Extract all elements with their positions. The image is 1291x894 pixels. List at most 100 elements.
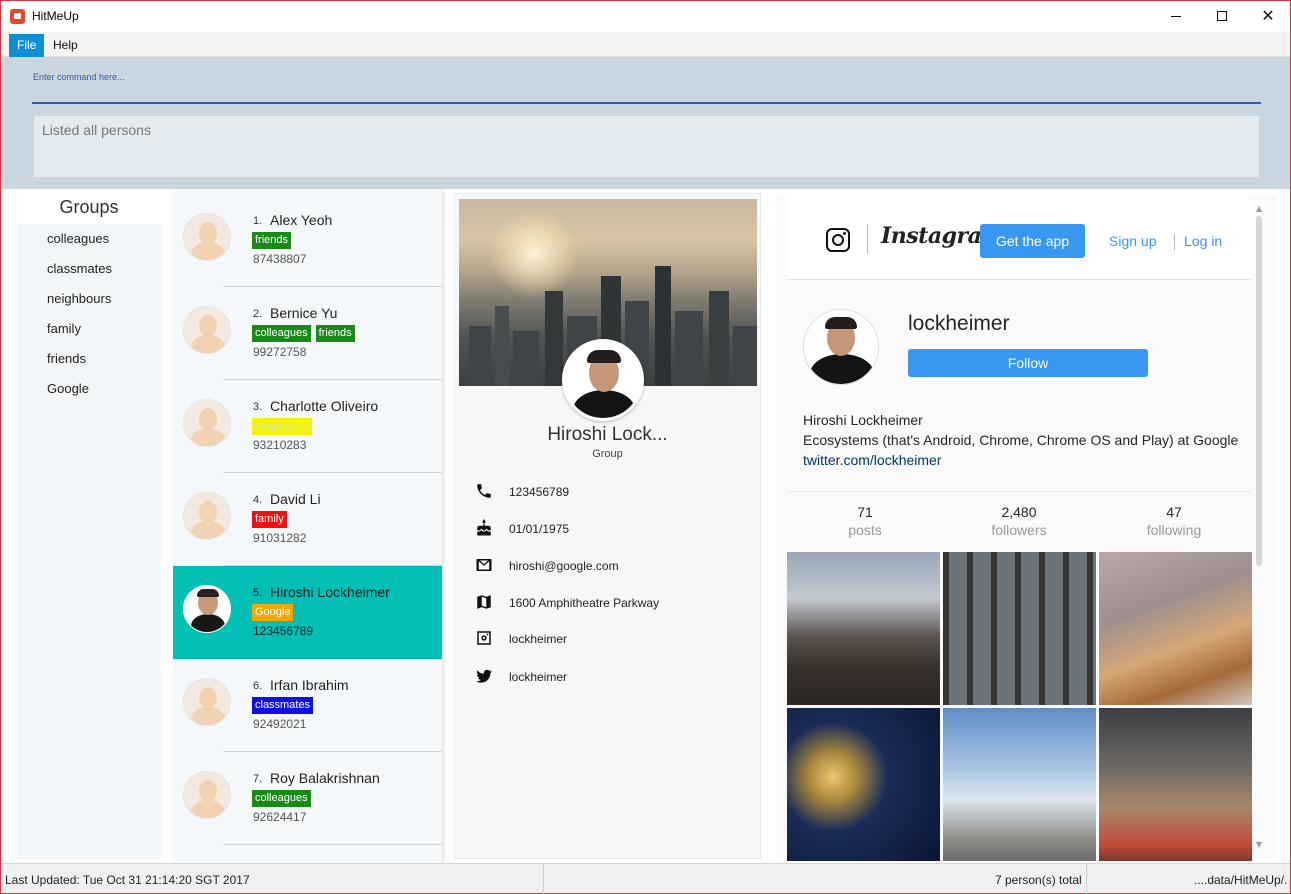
group-item-family[interactable]: family: [17, 314, 161, 344]
avatar: [183, 306, 231, 354]
instagram-avatar[interactable]: [803, 309, 879, 385]
photo-tile[interactable]: [1099, 552, 1252, 705]
email-row: hiroshi@google.com: [475, 556, 745, 576]
app-icon: [10, 9, 25, 24]
profile-group: Group: [592, 448, 623, 460]
instagram-bio-link[interactable]: twitter.com/lockheimer: [803, 452, 941, 468]
photo-tile[interactable]: [943, 552, 1096, 705]
instagram-header: Instagram Get the app Sign up Log in: [787, 196, 1251, 280]
follow-button[interactable]: Follow: [908, 349, 1148, 377]
phone-icon: [477, 484, 491, 498]
person-name: Irfan Ibrahim: [270, 677, 349, 693]
mail-icon: [476, 559, 492, 571]
person-card[interactable]: 4. David Li family 91031282: [173, 473, 442, 566]
photo-tile[interactable]: [943, 708, 1096, 861]
instagram-camera-icon[interactable]: [826, 228, 850, 252]
person-card[interactable]: 1. Alex Yeoh friends 87438807: [173, 194, 442, 287]
instagram-stats: 71 posts 2,480 followers 47 following: [787, 491, 1251, 548]
link-separator: [1174, 234, 1175, 250]
last-updated-status: Last Updated: Tue Oct 31 21:14:20 SGT 20…: [5, 873, 250, 887]
get-app-button[interactable]: Get the app: [980, 224, 1085, 258]
person-card[interactable]: 2. Bernice Yu colleagues friends 99272758: [173, 287, 442, 380]
posts-label: posts: [848, 522, 882, 538]
sign-up-link[interactable]: Sign up: [1109, 233, 1156, 249]
person-tags: neighbours: [252, 418, 313, 436]
address-value: 1600 Amphitheatre Parkway: [509, 596, 660, 610]
profile-panel: Hiroshi Lock... Group 123456789 01/01/19…: [454, 193, 761, 859]
group-item-google[interactable]: Google: [17, 374, 161, 404]
person-index: 7.: [253, 773, 263, 785]
person-index: 6.: [253, 680, 263, 692]
command-area: Enter command here... Listed all persons: [1, 57, 1290, 189]
person-name: Alex Yeoh: [270, 212, 333, 228]
window-title: HitMeUp: [32, 9, 79, 23]
person-card[interactable]: 7. Roy Balakrishnan colleagues 92624417: [173, 752, 442, 845]
scroll-down-icon[interactable]: ▼: [1256, 840, 1262, 849]
card-divider: [223, 844, 442, 845]
twitter-icon: [476, 669, 492, 683]
avatar: [183, 399, 231, 447]
command-input[interactable]: [32, 84, 1261, 104]
person-phone: 92492021: [253, 717, 307, 731]
following-count: 47: [1166, 504, 1182, 520]
following-stat[interactable]: 47 following: [1114, 504, 1234, 538]
group-item-friends[interactable]: friends: [17, 344, 161, 374]
instagram-row: lockheimer: [475, 629, 745, 649]
result-text: Listed all persons: [42, 122, 151, 138]
person-tags: colleagues friends: [252, 325, 355, 343]
group-item-classmates[interactable]: classmates: [17, 254, 161, 284]
menu-help[interactable]: Help: [45, 34, 86, 57]
person-card[interactable]: 3. Charlotte Oliveiro neighbours 93210283: [173, 380, 442, 473]
log-in-link[interactable]: Log in: [1184, 233, 1222, 249]
twitter-value: lockheimer: [509, 670, 568, 684]
close-icon: ✕: [1261, 6, 1275, 25]
tag-badge: friends: [315, 325, 355, 342]
person-phone: 99272758: [253, 345, 307, 359]
maximize-icon: [1217, 11, 1227, 21]
instagram-photo-grid: [787, 552, 1252, 861]
status-bar: Last Updated: Tue Oct 31 21:14:20 SGT 20…: [1, 863, 1290, 894]
person-tags: classmates: [252, 697, 314, 715]
scroll-up-icon[interactable]: ▲: [1256, 204, 1262, 213]
instagram-username: lockheimer: [908, 312, 1010, 335]
address-row: 1600 Amphitheatre Parkway: [475, 593, 745, 613]
minimize-icon: [1171, 16, 1181, 17]
phone-value: 123456789: [509, 485, 570, 499]
tag-badge: colleagues: [252, 325, 311, 342]
person-tags: family: [252, 511, 287, 529]
person-index: 4.: [253, 494, 263, 506]
instagram-scrollbar[interactable]: ▲ ▼: [1254, 204, 1264, 849]
close-button[interactable]: ✕: [1245, 1, 1291, 32]
menu-file[interactable]: File: [9, 34, 45, 57]
tag-badge: Google: [252, 604, 294, 621]
status-divider: [1086, 864, 1087, 894]
person-phone: 123456789: [253, 624, 314, 638]
group-item-neighbours[interactable]: neighbours: [17, 284, 161, 314]
map-icon: [477, 595, 491, 609]
scrollbar-thumb[interactable]: [1256, 216, 1262, 566]
group-item-colleagues[interactable]: colleagues: [17, 224, 161, 254]
maximize-button[interactable]: [1199, 1, 1245, 32]
avatar: [183, 771, 231, 819]
tag-badge: colleagues: [252, 790, 311, 807]
person-tags: friends: [252, 232, 292, 250]
profile-avatar: [562, 339, 644, 421]
birthday-row: 01/01/1975: [475, 519, 745, 539]
photo-tile[interactable]: [787, 708, 940, 861]
person-phone: 87438807: [253, 252, 307, 266]
groups-panel: Groups colleagues classmates neighbours …: [17, 191, 161, 859]
header-divider: [867, 224, 868, 254]
avatar: [183, 678, 231, 726]
photo-tile[interactable]: [1099, 708, 1252, 861]
person-card[interactable]: 6. Irfan Ibrahim classmates 92492021: [173, 659, 442, 752]
avatar: [183, 213, 231, 261]
cake-icon: [477, 519, 491, 536]
followers-stat[interactable]: 2,480 followers: [959, 504, 1079, 538]
profile-name: Hiroshi Lock...: [547, 424, 668, 445]
person-card[interactable]: 5. Hiroshi Lockheimer Google 123456789: [173, 566, 442, 659]
person-name: Bernice Yu: [270, 305, 338, 321]
minimize-button[interactable]: [1153, 1, 1199, 32]
followers-count: 2,480: [1001, 504, 1037, 520]
menu-bar: File Help: [1, 32, 1290, 57]
photo-tile[interactable]: [787, 552, 940, 705]
